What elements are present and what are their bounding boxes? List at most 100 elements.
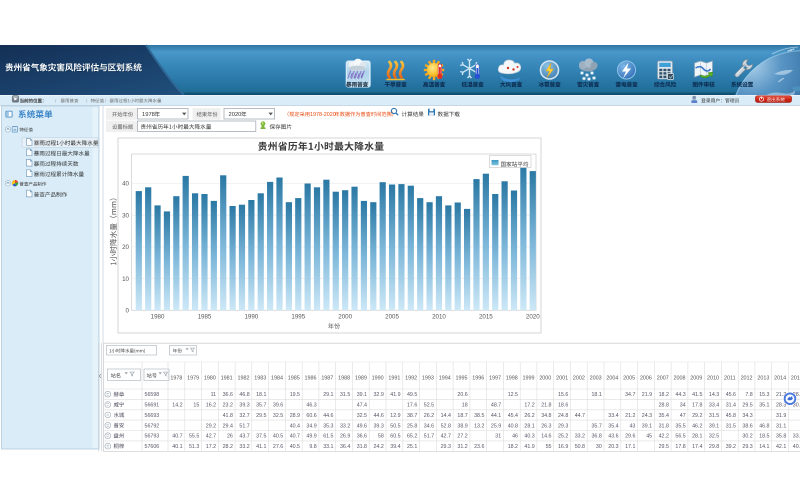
- svg-text:40.8: 40.8: [508, 423, 518, 429]
- svg-text:28.3: 28.3: [776, 403, 786, 409]
- svg-text:41.9: 41.9: [390, 392, 400, 398]
- svg-text:14.4: 14.4: [441, 413, 451, 419]
- svg-text:1993: 1993: [422, 375, 434, 381]
- svg-text:42.1: 42.1: [776, 444, 786, 450]
- svg-text:43.7: 43.7: [239, 434, 249, 440]
- svg-text:18.2: 18.2: [508, 444, 518, 450]
- svg-text:39.2: 39.2: [726, 444, 736, 450]
- svg-text:33.1: 33.1: [323, 444, 333, 450]
- svg-text:18.5: 18.5: [759, 434, 769, 440]
- svg-text:38.9: 38.9: [457, 423, 467, 429]
- svg-text:2010: 2010: [432, 314, 446, 321]
- svg-text:27.6: 27.6: [273, 444, 283, 450]
- svg-text:1994: 1994: [439, 375, 451, 381]
- svg-text:35.1: 35.1: [759, 403, 769, 409]
- svg-text:17.8: 17.8: [675, 444, 685, 450]
- svg-text:18.6: 18.6: [558, 403, 568, 409]
- svg-text:44.3: 44.3: [675, 392, 685, 398]
- svg-text:20: 20: [122, 244, 129, 251]
- svg-text:47: 47: [680, 413, 686, 419]
- svg-text:35.3: 35.3: [323, 423, 333, 429]
- svg-text:29.8: 29.8: [709, 444, 719, 450]
- svg-text:33.2: 33.2: [793, 434, 800, 440]
- svg-text:15.3: 15.3: [759, 392, 769, 398]
- svg-text:18.1: 18.1: [591, 392, 601, 398]
- svg-text:2015: 2015: [791, 375, 800, 381]
- svg-text:35.4: 35.4: [659, 413, 669, 419]
- svg-text:49.5: 49.5: [407, 392, 417, 398]
- svg-text:29.5: 29.5: [742, 403, 752, 409]
- svg-text:29.5: 29.5: [256, 413, 266, 419]
- svg-text:31.2: 31.2: [457, 444, 467, 450]
- svg-text:2007: 2007: [657, 375, 669, 381]
- svg-text:1988: 1988: [338, 375, 350, 381]
- svg-text:21.8: 21.8: [541, 403, 551, 409]
- svg-text:45.8: 45.8: [726, 413, 736, 419]
- svg-text:60.6: 60.6: [306, 413, 316, 419]
- svg-text:14.2: 14.2: [172, 403, 182, 409]
- svg-text:17.4: 17.4: [692, 444, 702, 450]
- svg-text:26: 26: [227, 434, 233, 440]
- svg-text:2004: 2004: [606, 375, 618, 381]
- svg-text:41.1: 41.1: [256, 444, 266, 450]
- svg-text:58: 58: [378, 434, 384, 440]
- svg-text:1989: 1989: [355, 375, 367, 381]
- svg-text:40.7: 40.7: [172, 434, 182, 440]
- svg-text:40.3: 40.3: [524, 434, 534, 440]
- svg-text:2001: 2001: [556, 375, 568, 381]
- svg-text:33.2: 33.2: [340, 423, 350, 429]
- svg-text:20.3: 20.3: [608, 444, 618, 450]
- svg-text:1983: 1983: [254, 375, 266, 381]
- svg-text:26.2: 26.2: [524, 413, 534, 419]
- svg-text:56793: 56793: [145, 434, 160, 440]
- svg-text:36.8: 36.8: [591, 434, 601, 440]
- svg-text:46: 46: [512, 434, 518, 440]
- svg-text:2015: 2015: [479, 314, 493, 321]
- svg-text:56792: 56792: [145, 423, 160, 429]
- svg-text:31.8: 31.8: [659, 423, 669, 429]
- svg-text:1991: 1991: [388, 375, 400, 381]
- svg-text:29.5: 29.5: [659, 444, 669, 450]
- svg-text:20.6: 20.6: [457, 392, 467, 398]
- svg-text:1985: 1985: [288, 375, 300, 381]
- svg-text:1990: 1990: [372, 375, 384, 381]
- svg-text:14.1: 14.1: [759, 444, 769, 450]
- svg-text:30: 30: [596, 444, 602, 450]
- svg-text:14.3: 14.3: [709, 392, 719, 398]
- svg-text:29.6: 29.6: [625, 434, 635, 440]
- svg-text:52.5: 52.5: [424, 403, 434, 409]
- svg-text:18.1: 18.1: [256, 392, 266, 398]
- svg-text:29.4: 29.4: [223, 423, 233, 429]
- svg-text:41.9: 41.9: [524, 444, 534, 450]
- svg-text:1982: 1982: [237, 375, 249, 381]
- svg-text:40: 40: [122, 181, 129, 188]
- svg-text:49.6: 49.6: [357, 423, 367, 429]
- svg-text:18: 18: [462, 403, 468, 409]
- svg-text:14.6: 14.6: [541, 434, 551, 440]
- svg-text:2020: 2020: [526, 314, 540, 321]
- svg-text:2013: 2013: [757, 375, 769, 381]
- svg-text:52.8: 52.8: [441, 423, 451, 429]
- svg-text:42.7: 42.7: [441, 434, 451, 440]
- svg-text:65.2: 65.2: [407, 434, 417, 440]
- svg-text:25.9: 25.9: [491, 423, 501, 429]
- svg-text:1992: 1992: [405, 375, 417, 381]
- svg-text:56.5: 56.5: [675, 434, 685, 440]
- svg-text:41.8: 41.8: [223, 413, 233, 419]
- svg-text:2002: 2002: [573, 375, 585, 381]
- svg-text:37.5: 37.5: [256, 434, 266, 440]
- svg-text:39.3: 39.3: [373, 423, 383, 429]
- svg-text:32.5: 32.5: [273, 413, 283, 419]
- svg-text:44.7: 44.7: [575, 413, 585, 419]
- svg-text:34.3: 34.3: [742, 413, 752, 419]
- svg-text:31.5: 31.5: [726, 423, 736, 429]
- svg-text:1996: 1996: [472, 375, 484, 381]
- svg-text:0: 0: [126, 308, 130, 315]
- svg-text:47.4: 47.4: [357, 403, 367, 409]
- svg-text:25.8: 25.8: [407, 423, 417, 429]
- svg-text:56598: 56598: [145, 392, 160, 398]
- svg-text:2009: 2009: [690, 375, 702, 381]
- svg-text:27.2: 27.2: [457, 434, 467, 440]
- svg-text:2011: 2011: [724, 375, 736, 381]
- svg-text:16.2: 16.2: [206, 403, 216, 409]
